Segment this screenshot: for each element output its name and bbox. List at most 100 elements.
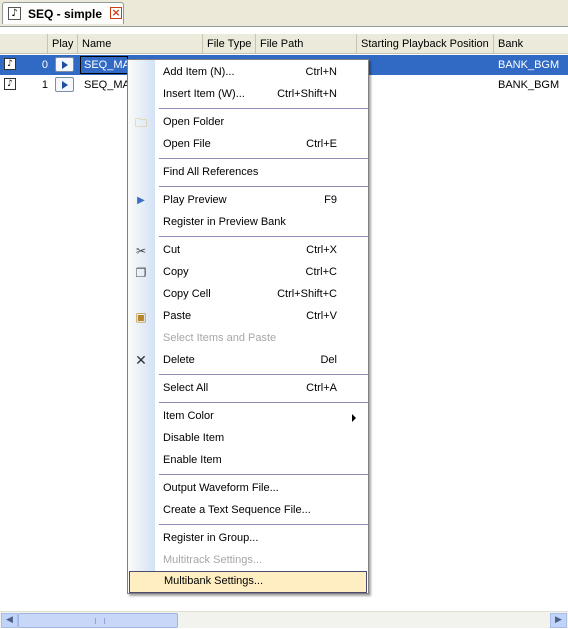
menu-item-label: Register in Preview Bank: [163, 216, 286, 228]
row-name[interactable]: SEQ_MA: [84, 75, 128, 95]
header-play[interactable]: Play: [48, 34, 78, 53]
menu-item-disable-item[interactable]: Disable Item: [128, 428, 368, 450]
menu-item-shortcut: F9: [324, 194, 337, 206]
play-button[interactable]: [55, 57, 74, 72]
menu-item-label: Delete: [163, 354, 195, 366]
menu-item-shortcut: Ctrl+Shift+C: [277, 288, 337, 300]
menu-separator: [159, 186, 368, 187]
menu-item-label: Enable Item: [163, 454, 222, 466]
context-menu: Add Item (N)... Ctrl+N Insert Item (W)..…: [127, 59, 369, 594]
row-index: 1: [41, 79, 48, 91]
row-bank: BANK_BGM: [498, 59, 560, 71]
menu-item-label: Paste: [163, 310, 192, 322]
copy-icon: ❐: [135, 266, 147, 280]
menu-item-label: Cut: [163, 244, 181, 256]
scroll-right-icon[interactable]: ▶: [550, 613, 567, 628]
menu-item-label: Item Color: [163, 410, 214, 422]
menu-item-label: Copy Cell: [163, 288, 211, 300]
menu-separator: [159, 158, 368, 159]
menu-item-shortcut: Ctrl+V: [306, 310, 337, 322]
header-index[interactable]: [0, 34, 48, 53]
menu-separator: [159, 402, 368, 403]
menu-item-open-file[interactable]: Open File Ctrl+E: [128, 134, 368, 156]
menu-item-label: Select Items and Paste: [163, 332, 277, 344]
menu-item-label: Create a Text Sequence File...: [163, 504, 311, 516]
music-note-icon: ♪: [4, 78, 16, 90]
menu-item-create-text-sequence[interactable]: Create a Text Sequence File...: [128, 500, 368, 522]
menu-item-shortcut: Ctrl+C: [305, 266, 337, 278]
menu-item-copy-cell[interactable]: Copy Cell Ctrl+Shift+C: [128, 284, 368, 306]
menu-separator: [159, 374, 368, 375]
folder-search-icon: 🗀: [134, 116, 147, 130]
menu-separator: [159, 108, 368, 109]
scroll-thumb[interactable]: [18, 613, 178, 628]
menu-item-label: Add Item (N)...: [163, 66, 235, 78]
menu-item-register-in-group[interactable]: Register in Group...: [128, 528, 368, 550]
header-file-type[interactable]: File Type: [203, 34, 256, 53]
menu-item-label: Open Folder: [163, 116, 225, 128]
header-starting-position[interactable]: Starting Playback Position: [357, 34, 494, 53]
submenu-arrow-icon: [352, 414, 356, 422]
scissors-icon: ✂: [135, 244, 147, 258]
menu-item-shortcut: Ctrl+A: [306, 382, 337, 394]
menu-item-label: Open File: [163, 138, 211, 150]
header-file-path[interactable]: File Path: [256, 34, 357, 53]
grip-icon: [95, 618, 105, 624]
play-button[interactable]: [55, 77, 74, 92]
menu-item-add-item[interactable]: Add Item (N)... Ctrl+N: [128, 62, 368, 84]
close-icon[interactable]: ×: [110, 7, 122, 19]
menu-item-select-items-and-paste: Select Items and Paste: [128, 328, 368, 350]
tab-title: SEQ - simple: [28, 7, 103, 21]
menu-item-find-all-references[interactable]: Find All References: [128, 162, 368, 184]
menu-item-open-folder[interactable]: 🗀 Open Folder: [128, 112, 368, 134]
paste-icon: ▣: [135, 310, 147, 324]
menu-item-copy[interactable]: ❐ Copy Ctrl+C: [128, 262, 368, 284]
menu-item-label: Find All References: [163, 166, 259, 178]
horizontal-scrollbar[interactable]: ◀ ▶: [0, 611, 568, 628]
menu-item-delete[interactable]: ✕ Delete Del: [128, 350, 368, 372]
menu-item-multibank-settings[interactable]: Multibank Settings...: [129, 571, 367, 593]
menu-item-enable-item[interactable]: Enable Item: [128, 450, 368, 472]
play-icon: ▶: [137, 195, 145, 206]
menu-item-insert-item[interactable]: Insert Item (W)... Ctrl+Shift+N: [128, 84, 368, 106]
menu-item-item-color[interactable]: Item Color: [128, 406, 368, 428]
music-note-icon: ♪: [4, 58, 16, 70]
menu-item-cut[interactable]: ✂ Cut Ctrl+X: [128, 240, 368, 262]
menu-item-shortcut: Ctrl+X: [306, 244, 337, 256]
menu-item-label: Copy: [163, 266, 189, 278]
menu-separator: [159, 524, 368, 525]
menu-item-label: Register in Group...: [163, 532, 259, 544]
menu-item-multitrack-settings: Multitrack Settings...: [128, 550, 368, 572]
menu-item-play-preview[interactable]: ▶ Play Preview F9: [128, 190, 368, 212]
menu-item-label: Disable Item: [163, 432, 225, 444]
menu-item-label: Multitrack Settings...: [163, 554, 263, 566]
music-note-icon: ♪: [8, 7, 21, 20]
menu-item-register-preview-bank[interactable]: Register in Preview Bank: [128, 212, 368, 234]
menu-item-shortcut: Ctrl+Shift+N: [277, 88, 337, 100]
header-name[interactable]: Name: [78, 34, 203, 53]
menu-item-paste[interactable]: ▣ Paste Ctrl+V: [128, 306, 368, 328]
column-header: Play Name File Type File Path Starting P…: [0, 34, 568, 54]
tab-seq-simple[interactable]: ♪ SEQ - simple ×: [2, 2, 124, 24]
scroll-left-icon[interactable]: ◀: [1, 613, 18, 628]
menu-item-label: Output Waveform File...: [163, 482, 279, 494]
menu-item-select-all[interactable]: Select All Ctrl+A: [128, 378, 368, 400]
menu-item-output-waveform[interactable]: Output Waveform File...: [128, 478, 368, 500]
menu-item-label: Select All: [163, 382, 209, 394]
play-icon: [62, 81, 68, 89]
delete-x-icon: ✕: [135, 353, 147, 369]
row-index: 0: [41, 59, 48, 71]
menu-item-label: Play Preview: [163, 194, 227, 206]
menu-separator: [159, 474, 368, 475]
menu-item-label: Multibank Settings...: [164, 575, 264, 587]
menu-separator: [159, 236, 368, 237]
play-icon: [62, 61, 68, 69]
tab-bar: ♪ SEQ - simple ×: [0, 0, 568, 26]
menu-item-label: Insert Item (W)...: [163, 88, 245, 100]
menu-item-shortcut: Del: [320, 354, 337, 366]
menu-item-shortcut: Ctrl+E: [306, 138, 337, 150]
row-name[interactable]: SEQ_MA: [84, 55, 128, 75]
row-bank: BANK_BGM: [498, 79, 560, 91]
menu-item-shortcut: Ctrl+N: [305, 66, 337, 78]
header-bank[interactable]: Bank: [494, 34, 568, 53]
